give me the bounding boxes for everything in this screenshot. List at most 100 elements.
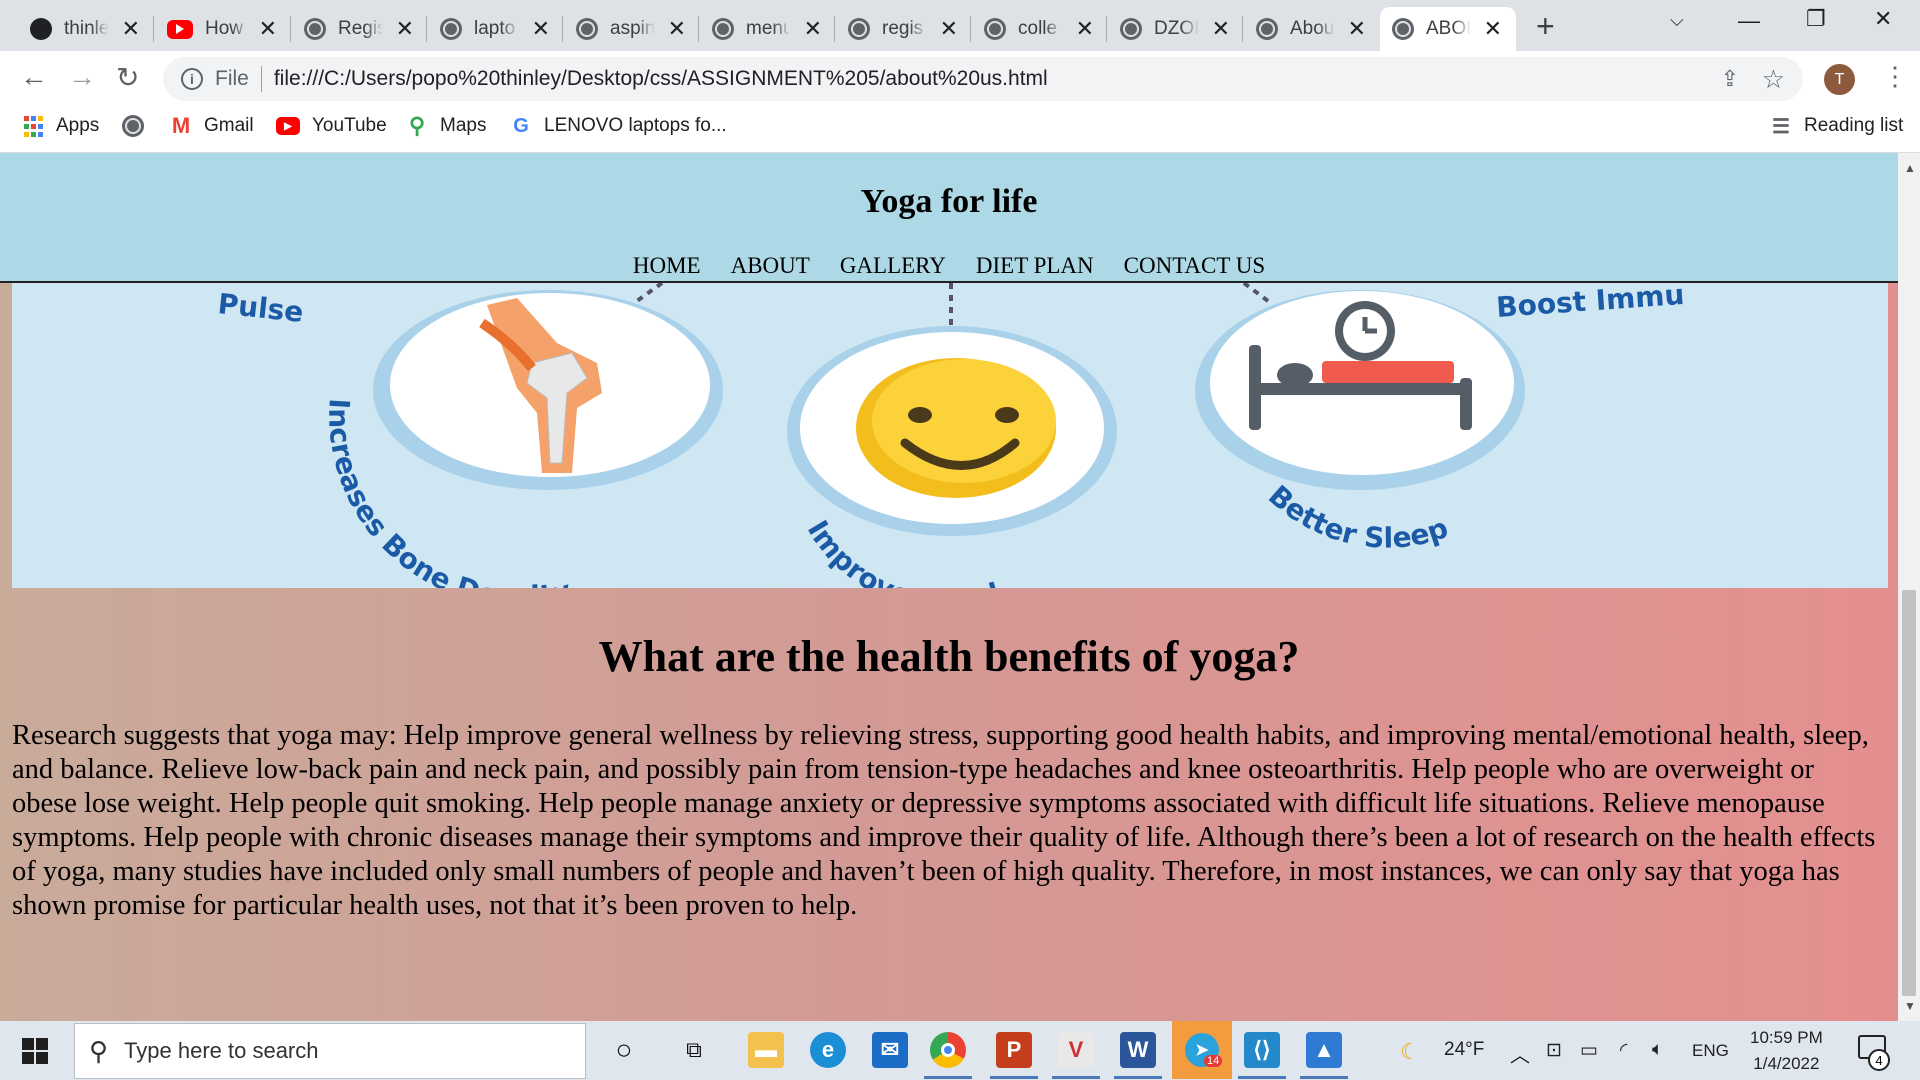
tab-title: regis (882, 18, 924, 39)
windows-start-icon[interactable] (22, 1038, 48, 1064)
back-arrow-icon[interactable]: ← (20, 61, 48, 93)
profile-avatar[interactable]: T (1824, 64, 1855, 95)
nav-diet-plan[interactable]: DIET PLAN (976, 253, 1094, 279)
scroll-up-arrow-icon[interactable]: ▲ (1904, 161, 1916, 175)
file-explorer-icon[interactable]: ▬ (748, 1032, 784, 1068)
new-tab-icon[interactable]: + (1536, 8, 1555, 45)
windows-taskbar: ⚲ Type here to search ○ ⧉ ▬ e ✉ P V W ➤ … (0, 1021, 1920, 1080)
weather-temperature[interactable]: 24°F (1444, 1039, 1484, 1061)
bookmark-gmail[interactable]: M Gmail (170, 113, 254, 138)
bookmark-label: YouTube (312, 115, 387, 136)
chrome-icon[interactable] (930, 1032, 966, 1068)
browser-tab[interactable]: regis ✕ (836, 7, 972, 51)
meet-now-icon[interactable]: ⊡ (1546, 1039, 1562, 1062)
browser-tab[interactable]: aspin ✕ (564, 7, 700, 51)
nav-about[interactable]: ABOUT (731, 253, 810, 279)
more-menu-icon[interactable]: ⋮ (1882, 61, 1908, 92)
close-tab-icon[interactable]: ✕ (396, 18, 414, 40)
photos-icon[interactable]: ▲ (1306, 1032, 1342, 1068)
address-url[interactable]: file:///C:/Users/popo%20thinley/Desktop/… (274, 67, 1048, 91)
browser-tab[interactable]: How ✕ (155, 7, 291, 51)
close-tab-icon[interactable]: ✕ (1348, 18, 1366, 40)
address-bar[interactable]: i File file:///C:/Users/popo%20thinley/D… (163, 57, 1803, 101)
battery-icon[interactable]: ▭ (1580, 1039, 1598, 1062)
site-info-icon[interactable]: i (181, 68, 203, 90)
close-window-icon[interactable]: ✕ (1874, 6, 1892, 32)
nav-gallery[interactable]: GALLERY (840, 253, 946, 279)
globe-icon (1120, 18, 1142, 40)
browser-tab-active[interactable]: ABOI ✕ (1380, 7, 1516, 51)
language-indicator[interactable]: ENG (1692, 1041, 1729, 1061)
close-tab-icon[interactable]: ✕ (122, 18, 140, 40)
show-hidden-icons-chevron-icon[interactable]: ︿ (1510, 1039, 1530, 1068)
bookmark-maps[interactable]: ⚲ Maps (406, 113, 487, 138)
page-scrollbar[interactable]: ▲ ▼ (1898, 153, 1920, 1021)
site-header: Yoga for life HOME ABOUT GALLERY DIET PL… (0, 153, 1898, 283)
nav-home[interactable]: HOME (633, 253, 701, 279)
vivaldi-icon[interactable]: V (1058, 1032, 1094, 1068)
tab-strip: thinle ✕ How ✕ Regis ✕ lapto ✕ aspin ✕ m… (0, 0, 1920, 51)
close-tab-icon[interactable]: ✕ (940, 18, 958, 40)
youtube-icon (167, 19, 193, 39)
bookmark-youtube[interactable]: ▶ YouTube (276, 115, 387, 137)
telegram-icon[interactable]: ➤ (1172, 1021, 1232, 1079)
page-viewport: Yoga for life HOME ABOUT GALLERY DIET PL… (0, 153, 1898, 1021)
reload-icon[interactable]: ↻ (116, 61, 139, 94)
vscode-icon[interactable]: ⟨⟩ (1244, 1032, 1280, 1068)
close-tab-icon[interactable]: ✕ (1076, 18, 1094, 40)
restore-icon[interactable]: ❐ (1806, 6, 1826, 32)
nav-contact-us[interactable]: CONTACT US (1124, 253, 1266, 279)
close-tab-icon[interactable]: ✕ (804, 18, 822, 40)
github-icon (30, 18, 52, 40)
close-tab-icon[interactable]: ✕ (532, 18, 550, 40)
globe-icon (712, 18, 734, 40)
cortana-icon[interactable]: ○ (606, 1032, 642, 1068)
browser-tab[interactable]: Abou ✕ (1244, 7, 1380, 51)
search-icon: ⚲ (89, 1035, 109, 1066)
close-tab-icon[interactable]: ✕ (668, 18, 686, 40)
volume-icon[interactable]: 🔈︎ (1652, 1039, 1663, 1061)
wifi-icon[interactable]: ◜ (1620, 1039, 1627, 1062)
browser-tab[interactable]: lapto ✕ (428, 7, 564, 51)
weather-moon-icon[interactable]: ☾ (1400, 1039, 1420, 1065)
bookmark-apps[interactable]: Apps (22, 115, 99, 137)
google-icon: G (513, 114, 529, 137)
clock-date: 1/4/2022 (1753, 1054, 1820, 1073)
globe-icon (1256, 18, 1278, 40)
edge-icon[interactable]: e (810, 1032, 846, 1068)
notification-count-badge: 4 (1868, 1049, 1890, 1071)
browser-tab[interactable]: thinle ✕ (18, 7, 154, 51)
forward-arrow-icon[interactable]: → (68, 61, 96, 93)
tab-search-chevron-icon[interactable]: ⌵ (1670, 10, 1684, 31)
site-nav: HOME ABOUT GALLERY DIET PLAN CONTACT US (0, 253, 1898, 279)
globe-icon (1392, 18, 1414, 40)
reading-list-label: Reading list (1804, 115, 1904, 136)
taskbar-search-input[interactable]: ⚲ Type here to search (74, 1023, 586, 1079)
close-tab-icon[interactable]: ✕ (1212, 18, 1230, 40)
share-icon[interactable]: ⇪ (1721, 66, 1739, 92)
bookmark-lenovo[interactable]: G LENOVO laptops fo... (510, 114, 727, 137)
tab-title: Regis (338, 18, 383, 39)
mail-icon[interactable]: ✉ (872, 1032, 908, 1068)
browser-tab[interactable]: menu ✕ (700, 7, 836, 51)
minimize-icon[interactable]: — (1738, 8, 1760, 34)
browser-tab[interactable]: DZOI ✕ (1108, 7, 1244, 51)
scroll-down-arrow-icon[interactable]: ▼ (1904, 999, 1916, 1013)
word-icon[interactable]: W (1120, 1032, 1156, 1068)
address-scheme: File (215, 67, 249, 90)
powerpoint-icon[interactable]: P (996, 1032, 1032, 1068)
bookmark-label: LENOVO laptops fo... (544, 115, 727, 136)
task-view-icon[interactable]: ⧉ (676, 1032, 712, 1068)
bookmark-globe[interactable] (122, 115, 156, 137)
taskbar-clock[interactable]: 10:59 PM 1/4/2022 (1750, 1025, 1823, 1077)
scrollbar-thumb[interactable] (1902, 590, 1916, 996)
reading-list-button[interactable]: ☰ Reading list (1770, 115, 1904, 138)
better-sleep-circle (1195, 290, 1525, 490)
browser-tab[interactable]: colle ✕ (972, 7, 1108, 51)
bone-density-circle (373, 290, 723, 490)
close-tab-icon[interactable]: ✕ (1484, 18, 1502, 40)
browser-tab[interactable]: Regis ✕ (292, 7, 428, 51)
bookmark-star-icon[interactable]: ☆ (1762, 64, 1785, 95)
close-tab-icon[interactable]: ✕ (259, 18, 277, 40)
tab-title: ABOI (1426, 18, 1471, 39)
